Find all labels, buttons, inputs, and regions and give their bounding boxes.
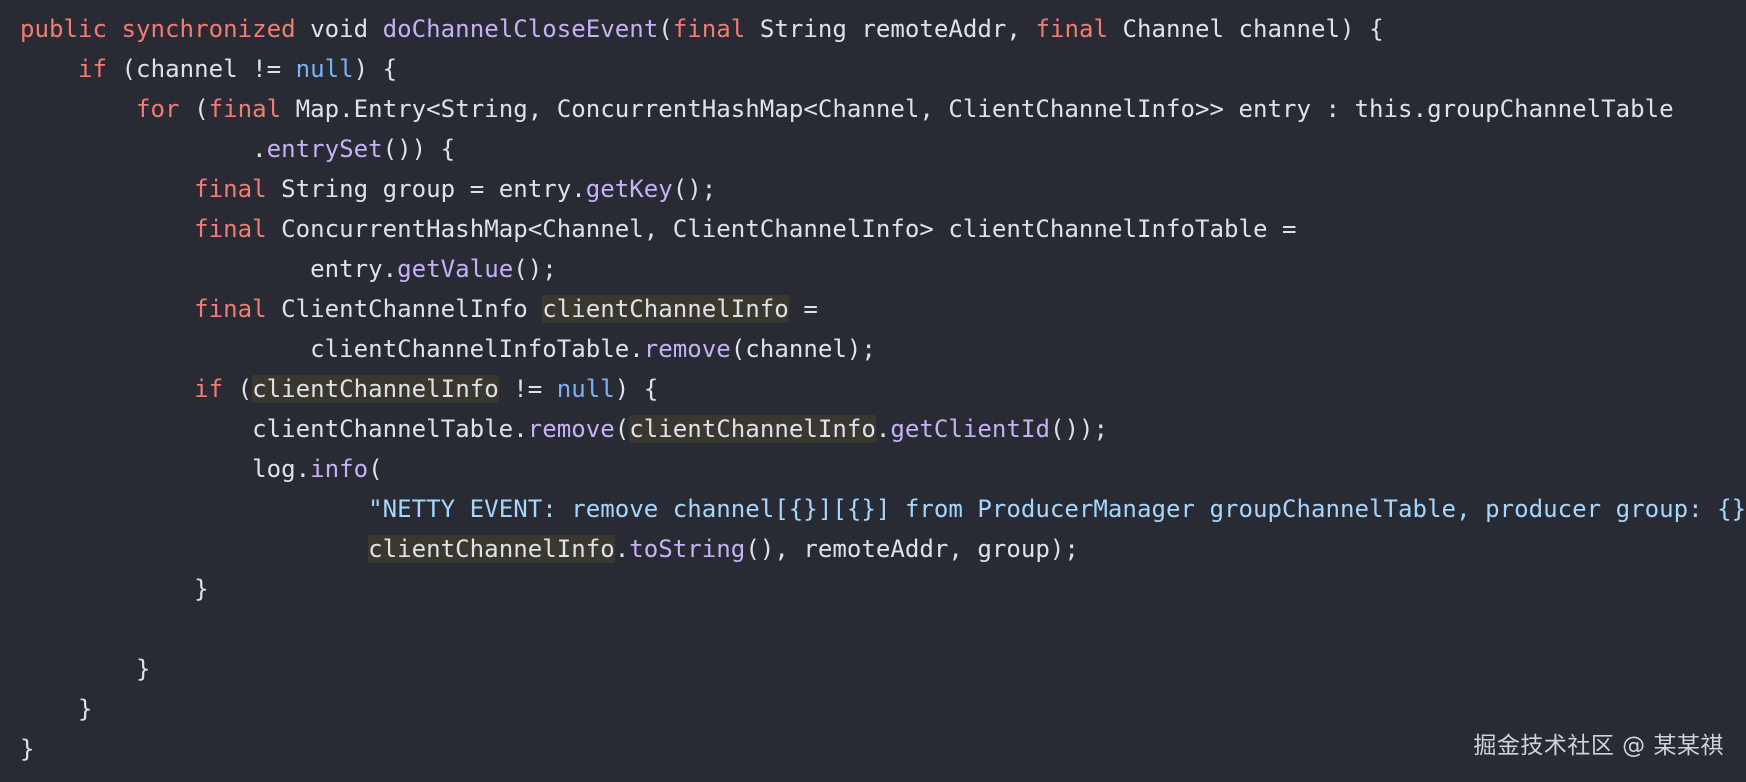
code-token: null — [556, 375, 615, 403]
code-line: if (clientChannelInfo != null) { — [20, 369, 1746, 409]
code-token: log. — [20, 455, 311, 483]
code-line: clientChannelTable.remove(clientChannelI… — [20, 409, 1746, 449]
code-token: . — [614, 535, 630, 563]
code-token: for — [136, 95, 180, 123]
code-line: final ConcurrentHashMap<Channel, ClientC… — [20, 209, 1746, 249]
code-token: public synchronized — [20, 15, 296, 43]
code-line: } — [20, 569, 1746, 609]
code-token: final — [194, 295, 267, 323]
code-token: remove — [527, 415, 615, 443]
code-token: } — [20, 575, 209, 603]
code-line: for (final Map.Entry<String, ConcurrentH… — [20, 89, 1746, 129]
code-token: final — [194, 215, 267, 243]
code-token: String group = entry. — [266, 175, 586, 203]
code-editor: public synchronized void doChannelCloseE… — [0, 0, 1746, 782]
code-token: String remoteAddr, — [745, 15, 1036, 43]
code-token: "NETTY EVENT: remove channel[{}][{}] fro… — [368, 495, 1746, 523]
code-token: getKey — [585, 175, 673, 203]
code-token: } — [20, 655, 151, 683]
code-token: ( — [614, 415, 630, 443]
code-token: . — [875, 415, 891, 443]
code-line: log.info( — [20, 449, 1746, 489]
code-line: .entrySet()) { — [20, 129, 1746, 169]
code-token: final — [1035, 15, 1108, 43]
code-token: Channel channel) { — [1107, 15, 1384, 43]
code-token: != — [498, 375, 557, 403]
code-block[interactable]: public synchronized void doChannelCloseE… — [20, 9, 1746, 769]
code-line: } — [20, 649, 1746, 689]
code-token: ) { — [614, 375, 659, 403]
code-token: ()) { — [382, 135, 456, 163]
code-line: final ClientChannelInfo clientChannelInf… — [20, 289, 1746, 329]
code-token: final — [672, 15, 746, 43]
code-token: info — [310, 455, 369, 483]
code-token: ClientChannelInfo — [266, 295, 543, 323]
code-line: if (channel != null) { — [20, 49, 1746, 89]
code-token: getClientId — [890, 415, 1050, 443]
code-token: ( — [179, 95, 209, 123]
code-token: (channel); — [730, 335, 876, 363]
highlighted-token: clientChannelInfo — [629, 415, 876, 443]
code-line: } — [20, 689, 1746, 729]
code-token: clientChannelTable. — [20, 415, 528, 443]
code-token: ConcurrentHashMap<Channel, ClientChannel… — [266, 215, 1297, 243]
code-token: . — [20, 135, 267, 163]
code-token: = — [788, 295, 818, 323]
code-token: entry. — [20, 255, 398, 283]
code-token: clientChannelInfoTable. — [20, 335, 644, 363]
code-token: null — [295, 55, 354, 83]
code-line: public synchronized void doChannelCloseE… — [20, 9, 1746, 49]
code-token: remove — [643, 335, 731, 363]
code-token: doChannelCloseEvent — [382, 15, 659, 43]
code-token: final — [194, 175, 267, 203]
code-token: } — [20, 695, 93, 723]
code-token: ( — [658, 15, 673, 43]
code-line: final String group = entry.getKey(); — [20, 169, 1746, 209]
code-token: (channel != — [107, 55, 296, 83]
code-line: entry.getValue(); — [20, 249, 1746, 289]
code-token: entrySet — [266, 135, 383, 163]
code-token: ( — [368, 455, 383, 483]
code-token: if — [194, 375, 224, 403]
highlighted-token: clientChannelInfo — [252, 375, 499, 403]
code-token: getValue — [397, 255, 514, 283]
code-token: toString — [629, 535, 746, 563]
code-token: ()); — [1049, 415, 1108, 443]
code-token: } — [20, 735, 35, 763]
highlighted-token: clientChannelInfo — [542, 295, 789, 323]
code-token: ) { — [353, 55, 398, 83]
code-token: (); — [672, 175, 717, 203]
code-token: (), remoteAddr, group); — [745, 535, 1079, 563]
code-line: "NETTY EVENT: remove channel[{}][{}] fro… — [20, 489, 1746, 529]
code-token: Map.Entry<String, ConcurrentHashMap<Chan… — [281, 95, 1674, 123]
code-line: clientChannelInfo.toString(), remoteAddr… — [20, 529, 1746, 569]
code-line: clientChannelInfoTable.remove(channel); — [20, 329, 1746, 369]
highlighted-token: clientChannelInfo — [368, 535, 615, 563]
code-token: void — [295, 15, 383, 43]
code-token: ( — [223, 375, 253, 403]
code-token: (); — [513, 255, 557, 283]
code-token: final — [208, 95, 282, 123]
watermark: 掘金技术社区 @ 某某祺 — [1473, 733, 1724, 759]
code-token: if — [78, 55, 108, 83]
